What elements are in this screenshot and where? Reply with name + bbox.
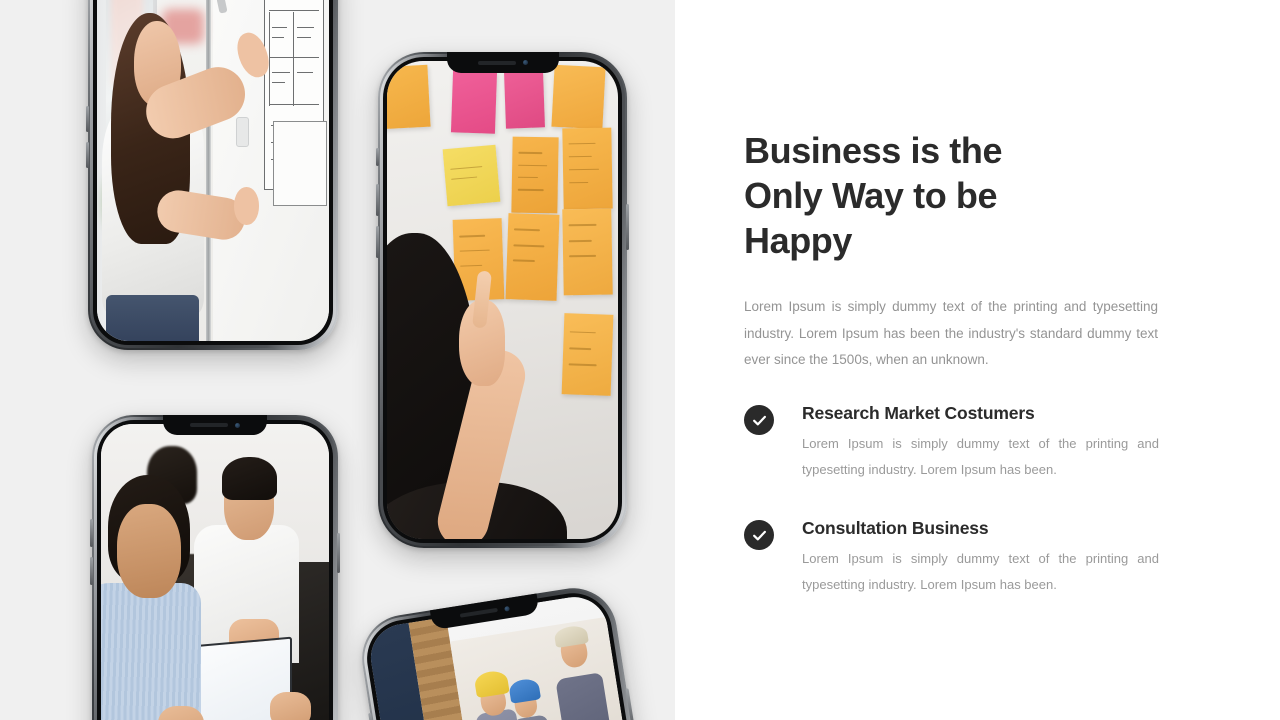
volume-down-button — [376, 226, 379, 258]
slide-root: Business is the Only Way to be Happy Lor… — [0, 0, 1280, 720]
volume-down-button — [90, 557, 93, 585]
front-camera-icon — [235, 422, 240, 428]
power-button — [626, 204, 629, 250]
feature-item: Research Market Costumers Lorem Ipsum is… — [744, 402, 1180, 483]
front-camera-icon — [522, 60, 528, 65]
feature-item: Consultation Business Lorem Ipsum is sim… — [744, 517, 1180, 598]
check-circle-icon — [744, 405, 774, 435]
power-button — [337, 533, 340, 573]
photo-woman-whiteboard — [97, 0, 329, 341]
phone-screen-whiteboard — [97, 0, 329, 341]
earpiece-speaker-icon — [477, 60, 516, 65]
phone-mockup-whiteboard — [86, 0, 338, 350]
check-circle-icon — [744, 520, 774, 550]
phone-screen-meeting — [101, 424, 329, 720]
photo-sticky-notes — [387, 61, 618, 539]
volume-up-button — [90, 519, 93, 547]
page-title: Business is the Only Way to be Happy — [744, 130, 1003, 261]
lead-paragraph: Lorem Ipsum is simply dummy text of the … — [744, 299, 1158, 367]
feature-title: Consultation Business — [802, 518, 989, 538]
phone-mockup-sticky-notes — [376, 52, 629, 548]
feature-title: Research Market Costumers — [802, 403, 1035, 423]
volume-up-button — [86, 106, 89, 132]
phone-mockup-meeting — [90, 415, 340, 720]
feature-list: Research Market Costumers Lorem Ipsum is… — [744, 402, 1180, 632]
content-panel: Business is the Only Way to be Happy Lor… — [675, 0, 1280, 720]
phone-mockup-gallery — [0, 0, 675, 720]
phone-mockup-construction-site — [355, 581, 662, 720]
feature-description: Lorem Ipsum is simply dummy text of the … — [802, 551, 1159, 592]
mute-switch — [376, 148, 379, 166]
volume-up-button — [376, 184, 379, 216]
phone-notch — [446, 52, 559, 73]
earpiece-speaker-icon — [459, 607, 498, 618]
feature-description: Lorem Ipsum is simply dummy text of the … — [802, 436, 1159, 477]
front-camera-icon — [503, 605, 510, 612]
volume-down-button — [86, 142, 89, 168]
photo-team-meeting — [101, 424, 329, 720]
earpiece-speaker-icon — [190, 423, 228, 427]
phone-screen-sticky-notes — [387, 61, 618, 539]
phone-notch — [163, 415, 267, 435]
